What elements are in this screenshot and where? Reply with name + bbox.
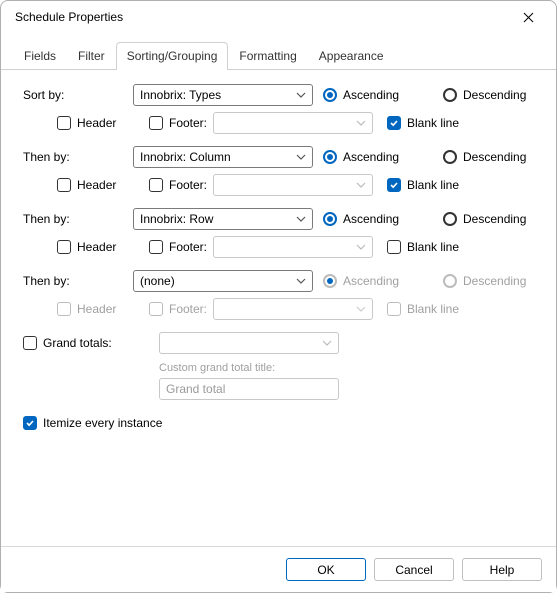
sort1-field-select[interactable]: Innobrix: Types <box>133 84 313 106</box>
sort3-ascending-radio[interactable]: Ascending <box>323 212 423 226</box>
radio-checked-icon <box>323 88 337 102</box>
itemize-checkbox[interactable]: Itemize every instance <box>23 416 534 430</box>
chevron-down-icon <box>296 90 306 100</box>
sort4-field-select[interactable]: (none) <box>133 270 313 292</box>
grand-total-title-value: Grand total <box>166 382 225 396</box>
sort3-field-select[interactable]: Innobrix: Row <box>133 208 313 230</box>
chevron-down-icon <box>296 214 306 224</box>
radio-unchecked-icon <box>443 212 457 226</box>
title-bar: Schedule Properties <box>1 1 556 33</box>
checkbox-unchecked-icon <box>23 336 37 350</box>
chevron-down-icon <box>296 152 306 162</box>
checkbox-unchecked-icon <box>387 240 401 254</box>
then-by-label-3: Then by: <box>23 274 133 288</box>
ok-button[interactable]: OK <box>286 558 366 581</box>
sort2-footer-select[interactable] <box>213 174 373 196</box>
sort2-blankline-checkbox[interactable]: Blank line <box>387 178 459 192</box>
radio-unchecked-icon <box>443 88 457 102</box>
window-title: Schedule Properties <box>15 10 508 24</box>
checkbox-unchecked-icon <box>57 178 71 192</box>
tab-content: Sort by: Innobrix: Types Ascending Desce… <box>1 70 556 440</box>
sort2-field-value: Innobrix: Column <box>140 150 231 164</box>
tab-sorting-grouping[interactable]: Sorting/Grouping <box>116 42 229 70</box>
cancel-button[interactable]: Cancel <box>374 558 454 581</box>
sort2-field-select[interactable]: Innobrix: Column <box>133 146 313 168</box>
chevron-down-icon <box>296 276 306 286</box>
radio-unchecked-disabled-icon <box>443 274 457 288</box>
chevron-down-icon <box>356 242 366 252</box>
sort1-descending-radio[interactable]: Descending <box>443 88 526 102</box>
sort2-footer-checkbox[interactable]: Footer: <box>149 178 209 192</box>
tab-fields[interactable]: Fields <box>13 42 67 70</box>
checkbox-checked-icon <box>387 178 401 192</box>
sort1-blankline-checkbox[interactable]: Blank line <box>387 116 459 130</box>
grand-total-title-input[interactable]: Grand total <box>159 378 339 400</box>
sort3-header-checkbox[interactable]: Header <box>57 240 149 254</box>
sort3-blankline-checkbox[interactable]: Blank line <box>387 240 459 254</box>
close-icon <box>523 12 534 23</box>
sort3-footer-checkbox[interactable]: Footer: <box>149 240 209 254</box>
radio-checked-icon <box>323 150 337 164</box>
checkbox-unchecked-icon <box>57 116 71 130</box>
sort1-footer-checkbox[interactable]: Footer: <box>149 116 209 130</box>
tab-formatting[interactable]: Formatting <box>228 42 307 70</box>
close-button[interactable] <box>508 3 548 31</box>
radio-checked-disabled-icon <box>323 274 337 288</box>
chevron-down-icon <box>356 304 366 314</box>
checkbox-disabled-icon <box>57 302 71 316</box>
sort1-field-value: Innobrix: Types <box>140 88 221 102</box>
sort3-field-value: Innobrix: Row <box>140 212 213 226</box>
checkbox-disabled-icon <box>387 302 401 316</box>
checkbox-unchecked-icon <box>57 240 71 254</box>
chevron-down-icon <box>356 180 366 190</box>
sort1-ascending-radio[interactable]: Ascending <box>323 88 423 102</box>
sort4-blankline-checkbox: Blank line <box>387 302 459 316</box>
sort4-field-value: (none) <box>140 274 175 288</box>
help-button[interactable]: Help <box>462 558 542 581</box>
checkbox-unchecked-icon <box>149 240 163 254</box>
tab-strip: Fields Filter Sorting/Grouping Formattin… <box>1 41 556 70</box>
button-bar: OK Cancel Help <box>1 546 556 592</box>
sort-by-label: Sort by: <box>23 88 133 102</box>
sort1-footer-select[interactable] <box>213 112 373 134</box>
checkbox-checked-icon <box>387 116 401 130</box>
tab-filter[interactable]: Filter <box>67 42 116 70</box>
sort4-footer-checkbox: Footer: <box>149 302 209 316</box>
checkbox-disabled-icon <box>149 302 163 316</box>
sort4-descending-radio: Descending <box>443 274 526 288</box>
chevron-down-icon <box>356 118 366 128</box>
grand-totals-select[interactable] <box>159 332 339 354</box>
sort2-ascending-radio[interactable]: Ascending <box>323 150 423 164</box>
sort1-header-checkbox[interactable]: Header <box>57 116 149 130</box>
radio-unchecked-icon <box>443 150 457 164</box>
sort3-footer-select[interactable] <box>213 236 373 258</box>
sort4-ascending-radio: Ascending <box>323 274 423 288</box>
checkbox-unchecked-icon <box>149 178 163 192</box>
custom-grand-total-title-label: Custom grand total title: <box>159 362 534 374</box>
sort2-descending-radio[interactable]: Descending <box>443 150 526 164</box>
then-by-label-1: Then by: <box>23 150 133 164</box>
grand-totals-checkbox[interactable]: Grand totals: <box>23 336 149 350</box>
chevron-down-icon <box>322 338 332 348</box>
tab-appearance[interactable]: Appearance <box>308 42 395 70</box>
sort2-header-checkbox[interactable]: Header <box>57 178 149 192</box>
radio-checked-icon <box>323 212 337 226</box>
sort3-descending-radio[interactable]: Descending <box>443 212 526 226</box>
checkbox-unchecked-icon <box>149 116 163 130</box>
sort4-footer-select <box>213 298 373 320</box>
checkbox-checked-icon <box>23 416 37 430</box>
sort4-header-checkbox: Header <box>57 302 149 316</box>
then-by-label-2: Then by: <box>23 212 133 226</box>
